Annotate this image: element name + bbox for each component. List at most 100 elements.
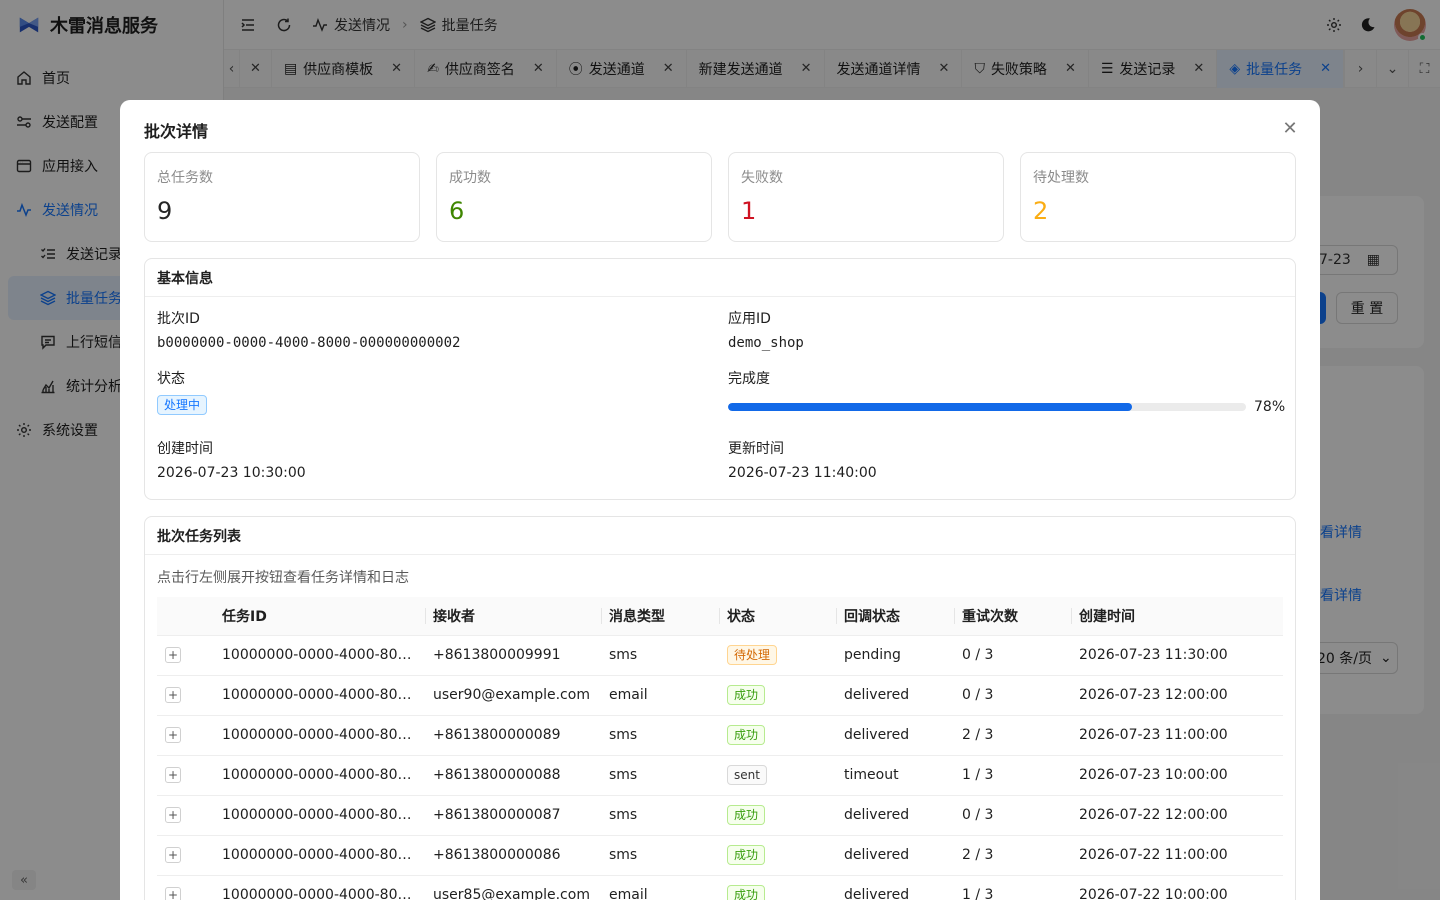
stat-success: 成功数 6	[436, 152, 712, 242]
created-time-cell: 2026-07-23 11:00:00	[1071, 715, 1283, 756]
app-id-value: demo_shop	[728, 335, 804, 351]
callback-status-cell: delivered	[836, 875, 954, 900]
callback-status-cell: timeout	[836, 755, 954, 796]
task-id-cell: 10000000-0000-4000-800...	[214, 635, 425, 676]
progress-fill	[728, 403, 1133, 411]
table-header-row: 任务ID 接收者 消息类型 状态 回调状态 重试次数 创建时间	[157, 597, 1283, 636]
receiver-cell: +8613800000086	[425, 835, 601, 876]
retry-count-cell: 0 / 3	[954, 635, 1071, 676]
table-row[interactable]: +10000000-0000-4000-800... +8613800000088…	[157, 755, 1283, 796]
stat-value: 6	[449, 197, 465, 225]
status-badge: 处理中	[157, 395, 208, 415]
status-cell: 成功	[719, 795, 836, 836]
created-time-cell: 2026-07-23 12:00:00	[1071, 675, 1283, 716]
field-label: 创建时间	[157, 441, 213, 457]
panel-title: 批次任务列表	[145, 517, 1295, 555]
field-label: 批次ID	[157, 311, 200, 327]
expand-plus-icon[interactable]: +	[165, 687, 181, 703]
created-time-cell: 2026-07-23 10:00:00	[1071, 755, 1283, 796]
updated-field: 更新时间 2026-07-23 11:40:00	[728, 439, 1285, 499]
field-label: 完成度	[728, 371, 770, 387]
modal-title: 批次详情	[144, 122, 209, 141]
table-row[interactable]: +10000000-0000-4000-800... user90@example…	[157, 675, 1283, 716]
progress-field: 完成度 78%	[728, 369, 1285, 439]
expand-cell: +	[157, 875, 214, 900]
expand-cell: +	[157, 835, 214, 876]
retry-count-cell: 1 / 3	[954, 875, 1071, 900]
message-type-cell: sms	[601, 835, 719, 876]
panel-title: 基本信息	[145, 259, 1295, 297]
batch-id-field: 批次ID b0000000-0000-4000-8000-00000000000…	[157, 309, 728, 369]
created-time-cell: 2026-07-22 12:00:00	[1071, 795, 1283, 836]
table-row[interactable]: +10000000-0000-4000-800... +8613800000089…	[157, 715, 1283, 756]
table-row[interactable]: +10000000-0000-4000-800... +8613800000086…	[157, 835, 1283, 876]
table-row[interactable]: +10000000-0000-4000-800... user85@example…	[157, 875, 1283, 900]
created-field: 创建时间 2026-07-23 10:30:00	[157, 439, 728, 499]
column-header: 创建时间	[1071, 597, 1283, 636]
tasks-table: 任务ID 接收者 消息类型 状态 回调状态 重试次数 创建时间 +1000000…	[157, 597, 1283, 900]
retry-count-cell: 2 / 3	[954, 835, 1071, 876]
expand-plus-icon[interactable]: +	[165, 847, 181, 863]
progress-bar: 78%	[728, 399, 1285, 415]
stat-value: 9	[157, 197, 173, 225]
expand-column-header	[157, 597, 214, 636]
message-type-cell: sms	[601, 795, 719, 836]
batch-id-value: b0000000-0000-4000-8000-000000000002	[157, 335, 461, 351]
callback-status-cell: delivered	[836, 835, 954, 876]
expand-plus-icon[interactable]: +	[165, 767, 181, 783]
expand-plus-icon[interactable]: +	[165, 727, 181, 743]
stat-label: 待处理数	[1033, 170, 1089, 186]
basic-info-grid: 批次ID b0000000-0000-4000-8000-00000000000…	[145, 297, 1295, 499]
status-badge: 成功	[727, 685, 766, 705]
tasks-table-body: +10000000-0000-4000-800... +8613800009991…	[157, 635, 1283, 900]
created-time-cell: 2026-07-23 11:30:00	[1071, 635, 1283, 676]
field-label: 状态	[157, 371, 185, 387]
column-header: 消息类型	[601, 597, 719, 636]
expand-plus-icon[interactable]: +	[165, 887, 181, 900]
message-type-cell: sms	[601, 755, 719, 796]
message-type-cell: sms	[601, 715, 719, 756]
table-row[interactable]: +10000000-0000-4000-800... +8613800000087…	[157, 795, 1283, 836]
created-time-cell: 2026-07-22 10:00:00	[1071, 875, 1283, 900]
task-id-cell: 10000000-0000-4000-800...	[214, 795, 425, 836]
status-badge: 成功	[727, 725, 766, 745]
message-type-cell: sms	[601, 635, 719, 676]
field-label: 更新时间	[728, 441, 784, 457]
column-header: 任务ID	[214, 597, 425, 636]
basic-info-panel: 基本信息 批次ID b0000000-0000-4000-8000-000000…	[144, 258, 1296, 500]
task-id-cell: 10000000-0000-4000-800...	[214, 675, 425, 716]
expand-cell: +	[157, 675, 214, 716]
expand-plus-icon[interactable]: +	[165, 807, 181, 823]
batch-detail-modal: 批次详情 ✕ 总任务数 9 成功数 6 失败数 1 待处理数 2 基本信息 批次…	[120, 100, 1320, 900]
task-id-cell: 10000000-0000-4000-800...	[214, 835, 425, 876]
receiver-cell: user85@example.com	[425, 875, 601, 900]
retry-count-cell: 0 / 3	[954, 675, 1071, 716]
retry-count-cell: 2 / 3	[954, 715, 1071, 756]
expand-plus-icon[interactable]: +	[165, 647, 181, 663]
column-header: 重试次数	[954, 597, 1071, 636]
stat-value: 2	[1033, 197, 1049, 225]
receiver-cell: +8613800009991	[425, 635, 601, 676]
updated-value: 2026-07-23 11:40:00	[728, 465, 877, 481]
created-time-cell: 2026-07-22 11:00:00	[1071, 835, 1283, 876]
status-badge: 成功	[727, 845, 766, 865]
receiver-cell: +8613800000088	[425, 755, 601, 796]
status-cell: 成功	[719, 875, 836, 900]
column-header: 接收者	[425, 597, 601, 636]
stat-label: 成功数	[449, 170, 491, 186]
status-badge: 成功	[727, 885, 766, 900]
retry-count-cell: 0 / 3	[954, 795, 1071, 836]
stat-pending: 待处理数 2	[1020, 152, 1296, 242]
expand-cell: +	[157, 715, 214, 756]
progress-text: 78%	[1254, 399, 1286, 415]
column-header: 回调状态	[836, 597, 954, 636]
table-hint: 点击行左侧展开按钮查看任务详情和日志	[157, 570, 409, 586]
status-badge: 待处理	[727, 645, 778, 665]
stats-row: 总任务数 9 成功数 6 失败数 1 待处理数 2	[144, 152, 1296, 242]
close-icon[interactable]: ✕	[1280, 118, 1300, 139]
expand-cell: +	[157, 795, 214, 836]
message-type-cell: email	[601, 675, 719, 716]
table-row[interactable]: +10000000-0000-4000-800... +8613800009991…	[157, 635, 1283, 676]
status-cell: 待处理	[719, 635, 836, 676]
created-value: 2026-07-23 10:30:00	[157, 465, 306, 481]
